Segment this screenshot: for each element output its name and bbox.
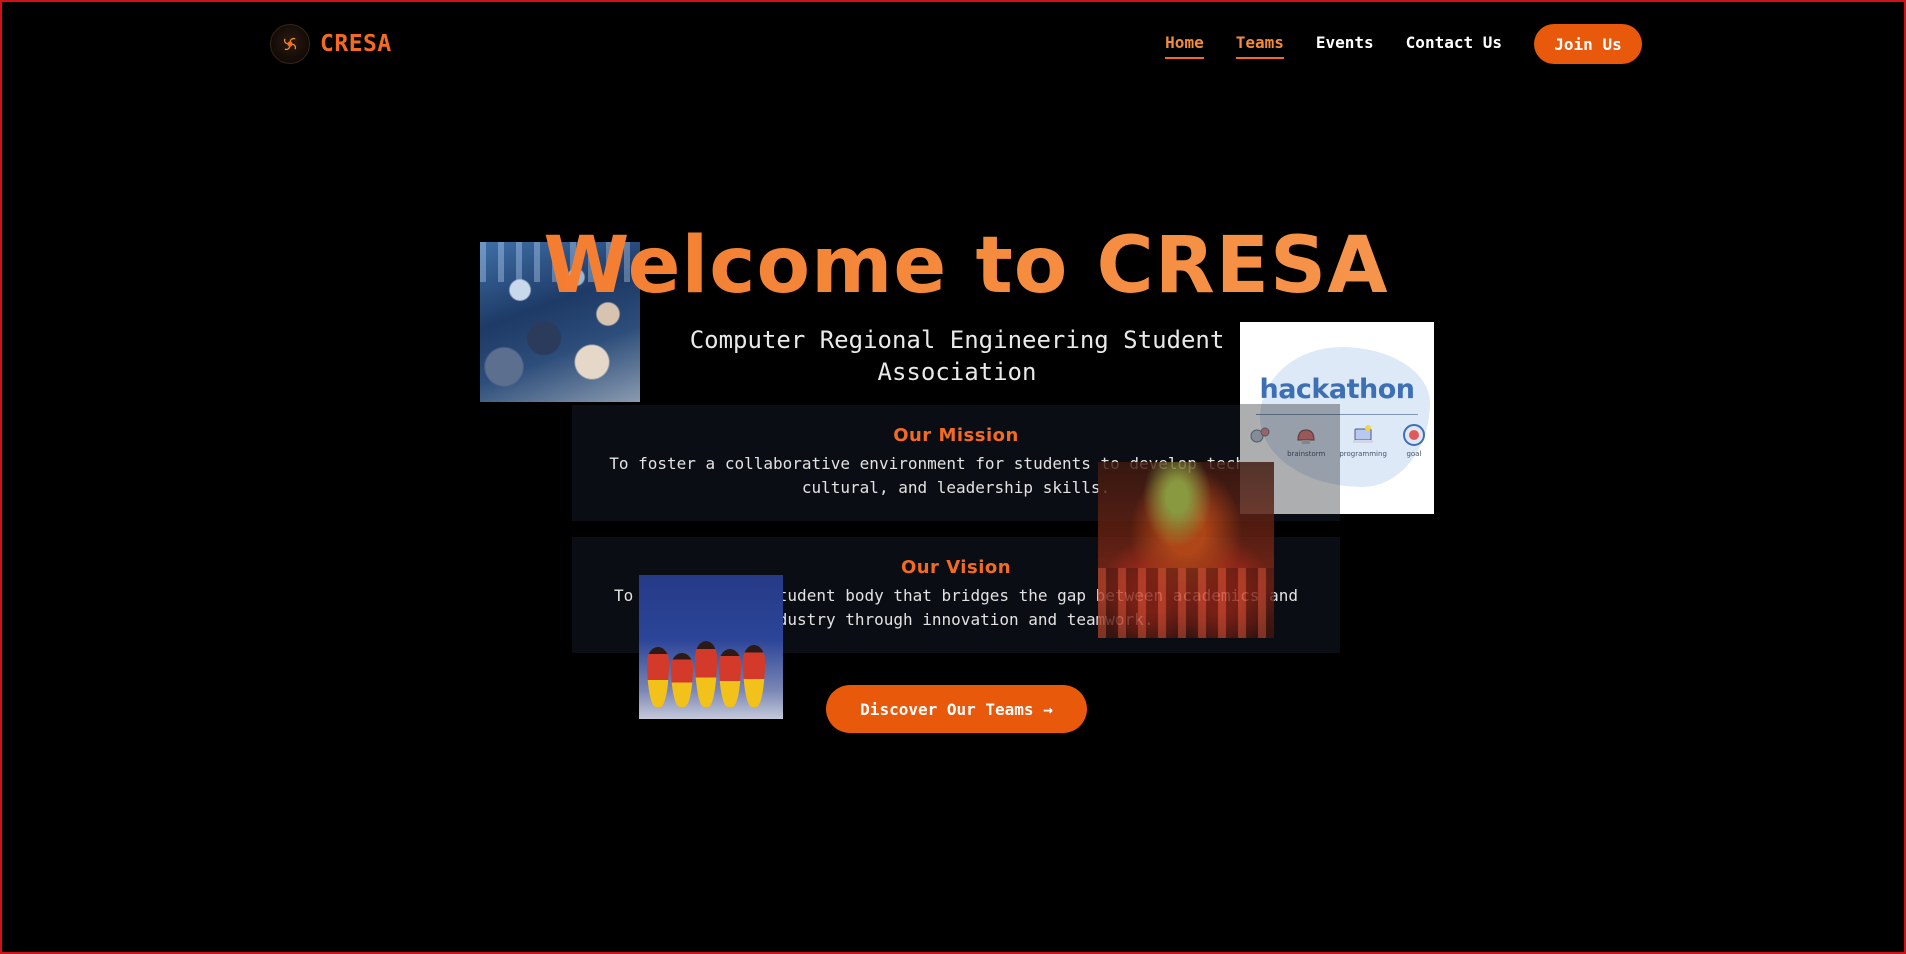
hackathon-item: goal [1401, 422, 1427, 458]
hackathon-item-label: goal [1406, 450, 1422, 458]
nav-link-events[interactable]: Events [1316, 33, 1374, 59]
nav-links: Home Teams Events Contact Us Join Us [1165, 22, 1642, 66]
fire-dance-photo [1098, 462, 1274, 638]
dancer-figure [695, 641, 717, 707]
mission-title: Our Mission [893, 425, 1019, 446]
target-icon [1402, 424, 1425, 446]
nav-link-teams[interactable]: Teams [1235, 33, 1284, 59]
spiral-logo-icon [270, 24, 310, 64]
hackathon-illustration-title: hackathon [1259, 374, 1415, 405]
dancer-figure [671, 653, 693, 707]
top-navigation: CRESA Home Teams Events Contact Us Join … [270, 22, 1642, 66]
nav-link-home[interactable]: Home [1165, 33, 1204, 59]
join-us-button[interactable]: Join Us [1534, 24, 1642, 64]
brand-name: CRESA [320, 31, 392, 57]
hackathon-item: programming [1339, 422, 1387, 458]
hackathon-item-label: programming [1339, 450, 1387, 458]
hero-subtitle: Computer Regional Engineering Student As… [689, 326, 1225, 386]
classical-dance-photo [639, 575, 783, 719]
dancer-figure [647, 647, 669, 707]
hero-title: Welcome to CRESA [2, 218, 1906, 314]
brand-home-link[interactable]: CRESA [270, 24, 392, 64]
dancer-figure [719, 649, 741, 707]
laptop-icon [1353, 425, 1374, 443]
nav-link-contact[interactable]: Contact Us [1406, 33, 1502, 59]
discover-teams-button[interactable]: Discover Our Teams → [826, 685, 1087, 733]
dancer-figure [743, 645, 765, 707]
